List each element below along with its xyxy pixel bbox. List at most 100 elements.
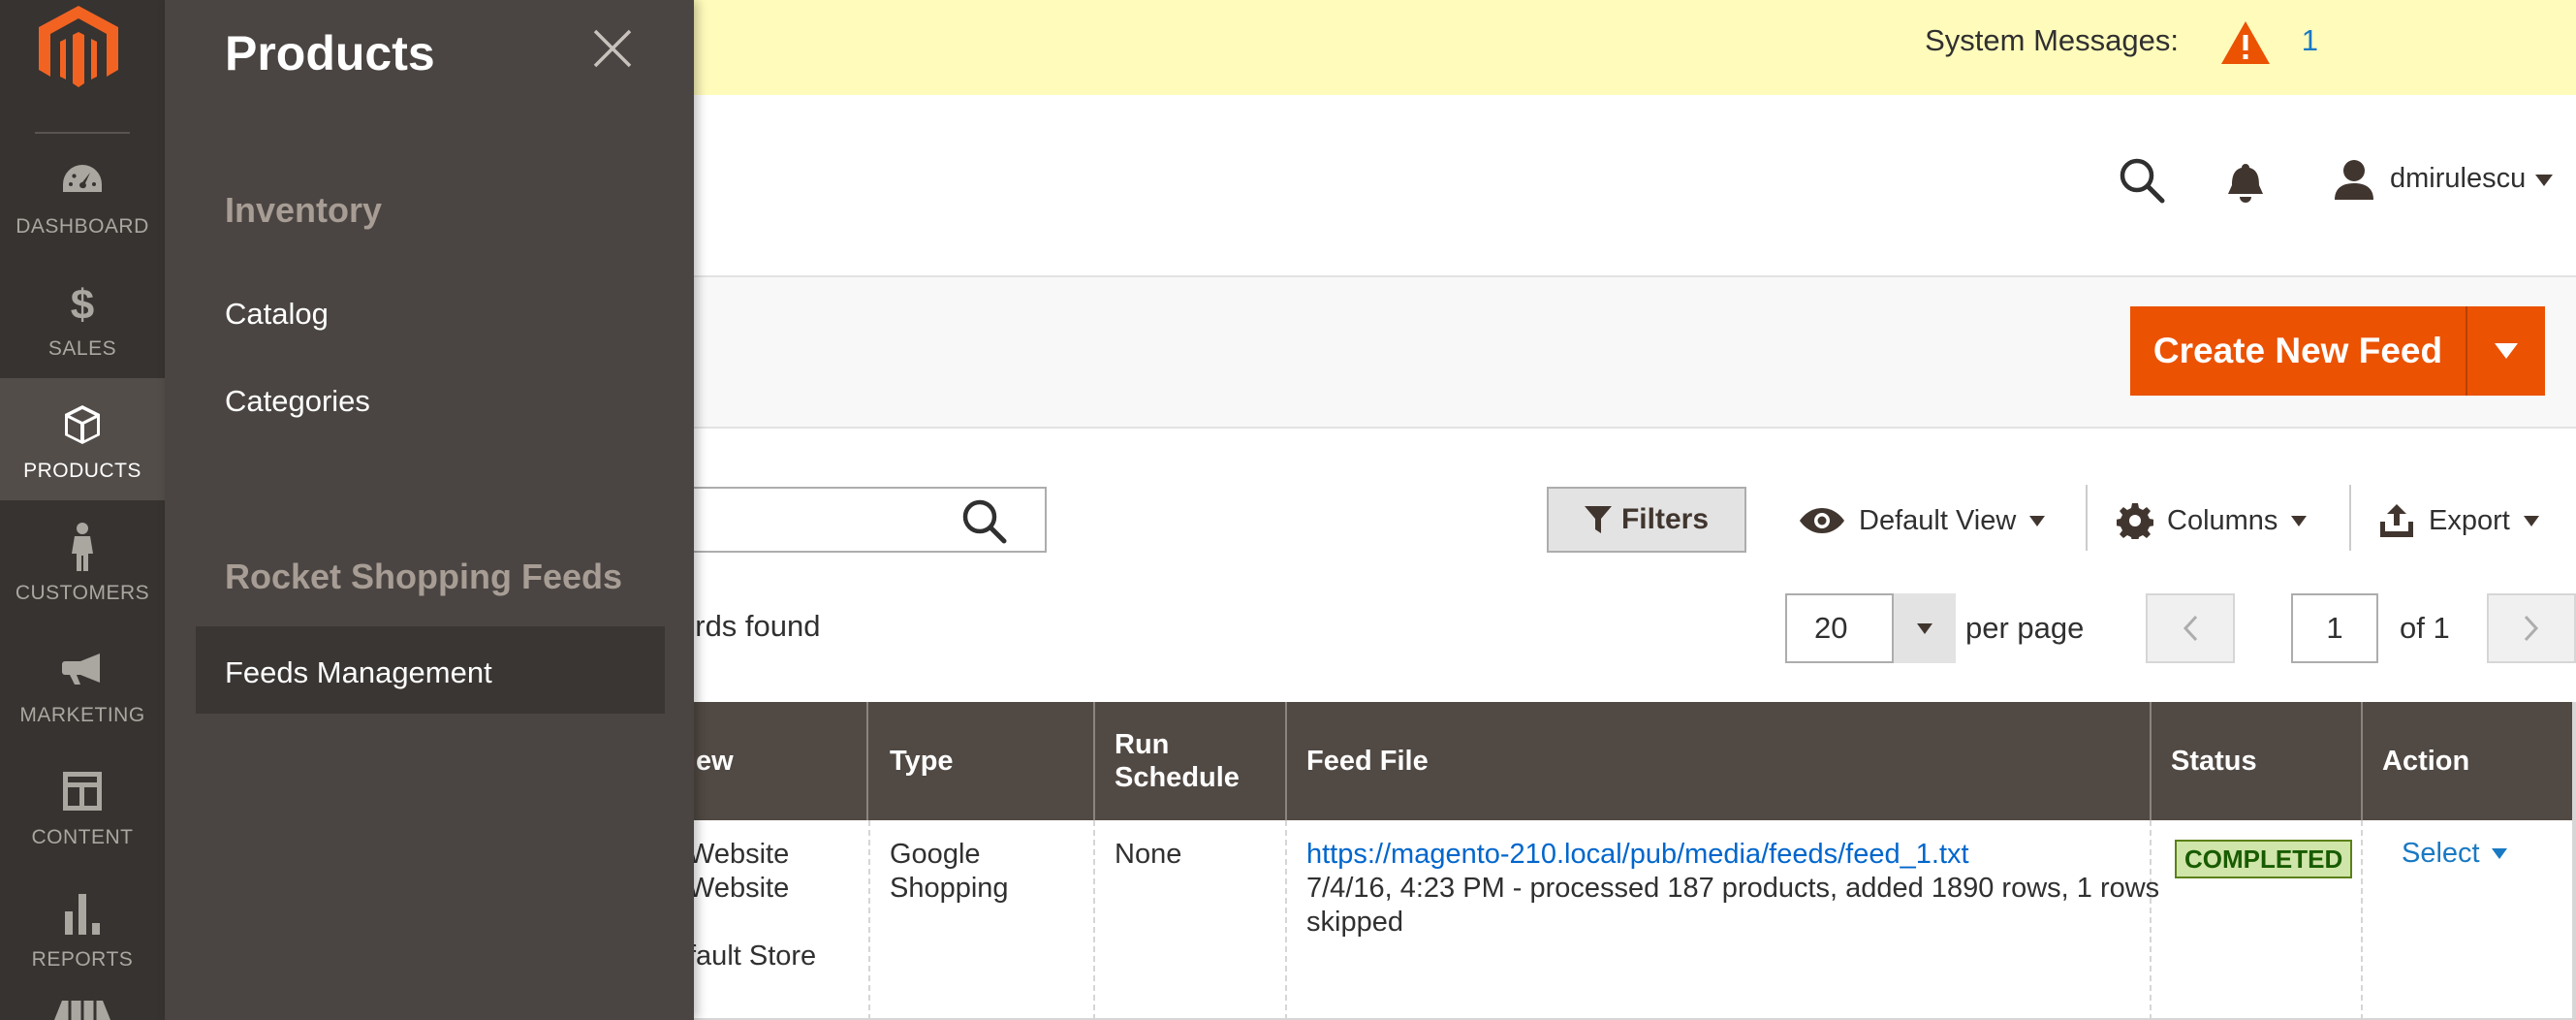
sidebar-item-label: REPORTS [31,948,134,971]
per-page-label: per page [1965,611,2085,645]
default-view-label: Default View [1859,504,2017,536]
sidebar-item-label: CUSTOMERS [15,582,150,604]
create-new-feed-button[interactable]: Create New Feed [2130,306,2466,396]
previous-page-button[interactable] [2146,593,2235,663]
column-divider [866,702,868,820]
current-page-input[interactable]: 1 [2291,593,2378,663]
row-action-select[interactable]: Select [2402,838,2507,870]
export-label: Export [2429,504,2510,536]
default-view-dropdown[interactable]: Default View [1799,494,2046,547]
cell-run-schedule: None [1115,839,1182,870]
store-view-line: fault Store [688,940,817,972]
cell-divider [1285,820,1287,1020]
grid-header [581,702,2576,820]
type-line: Shopping [890,873,1009,904]
close-icon[interactable] [591,27,634,70]
next-page-button[interactable] [2487,593,2576,663]
per-page-value: 20 [1814,611,1848,645]
gear-icon [2117,503,2153,539]
warning-icon[interactable] [2219,19,2272,66]
column-header-feed-file[interactable]: Feed File [1306,702,1429,820]
sidebar-item-label: DASHBOARD [16,215,149,238]
column-divider [1285,702,1287,820]
user-icon[interactable] [2334,159,2374,200]
status-badge: COMPLETED [2175,840,2353,878]
chevron-down-icon[interactable] [2535,175,2553,186]
stores-icon[interactable] [50,999,114,1020]
store-view-line: Website [688,839,790,870]
chevron-left-icon [2183,615,2198,642]
flyout-link-categories[interactable]: Categories [225,384,370,419]
bell-icon[interactable] [2226,161,2265,204]
toolbar-separator [2086,485,2088,551]
flyout-section-rocket-shopping-feeds: Rocket Shopping Feeds [225,557,623,596]
run-schedule-line2: Schedule [1115,762,1240,793]
column-divider [2150,702,2152,820]
sidebar-item-marketing[interactable]: MARKETING [0,622,165,745]
search-icon[interactable] [2119,157,2165,204]
cell-divider [1093,820,1095,1020]
svg-text:$: $ [71,281,94,325]
sidebar-item-dashboard[interactable]: DASHBOARD [0,134,165,256]
dashboard-icon [0,157,165,204]
sidebar-item-label: CONTENT [31,826,134,848]
sidebar-item-customers[interactable]: CUSTOMERS [0,500,165,622]
cell-divider [868,820,870,1020]
flyout-link-feeds-management[interactable]: Feeds Management [225,655,492,690]
row-action-label: Select [2402,838,2480,869]
sidebar-item-sales[interactable]: $ SALES [0,256,165,378]
username[interactable]: dmirulescu [2390,163,2526,195]
filters-button[interactable]: Filters [1547,487,1746,553]
store-view-line: Website [688,873,790,904]
flyout-title: Products [225,26,435,80]
sidebar-item-reports[interactable]: REPORTS [0,867,165,989]
admin-sidebar: DASHBOARD $ SALES PRODUCTS CUSTOMERS MAR… [0,0,165,1020]
chevron-right-icon [2524,615,2539,642]
column-header-status[interactable]: Status [2171,702,2257,820]
magento-logo-icon[interactable] [39,6,118,91]
type-line: Google [890,839,981,870]
feed-file-description: skipped [1306,907,1403,938]
sidebar-item-products[interactable]: PRODUCTS [0,378,165,500]
person-icon [0,523,165,571]
box-icon [0,401,165,448]
column-header-action[interactable]: Action [2382,702,2469,820]
export-dropdown[interactable]: Export [2378,494,2539,547]
system-messages-count[interactable]: 1 [2302,23,2318,58]
column-divider [1093,702,1095,820]
feed-file-link[interactable]: https://magento-210.local/pub/media/feed… [1306,839,1969,870]
chevron-down-icon [2491,848,2507,859]
column-header-view[interactable]: iew [688,702,734,820]
flyout-link-catalog[interactable]: Catalog [225,297,329,332]
system-messages-label: System Messages: [1925,23,2179,57]
search-submit-icon[interactable] [959,496,1008,545]
cell-divider [2361,820,2363,1020]
funnel-icon [1584,506,1612,533]
columns-dropdown[interactable]: Columns [2117,494,2308,547]
create-feed-dropdown-toggle[interactable] [2466,306,2545,396]
chevron-down-icon [2291,515,2308,526]
flyout-section-inventory: Inventory [225,190,383,230]
per-page-toggle[interactable] [1892,593,1956,663]
feed-file-description: 7/4/16, 4:23 PM - processed 187 products… [1306,873,2160,904]
layout-icon [0,768,165,814]
column-divider [2361,702,2363,820]
total-pages: of 1 [2400,611,2450,645]
chevron-down-icon [2523,515,2539,526]
filters-label: Filters [1620,503,1710,535]
column-header-run-schedule[interactable]: Run Schedule [1115,702,1240,820]
export-icon [2380,504,2413,537]
cell-feed-file: https://magento-210.local/pub/media/feed… [1306,838,2159,940]
chevron-down-icon [1917,622,1932,634]
cell-store-view: Website Website fault Store [688,838,816,973]
sidebar-item-label: PRODUCTS [23,460,141,482]
dollar-icon: $ [0,279,165,326]
eye-icon [1800,508,1844,533]
sidebar-item-content[interactable]: CONTENT [0,745,165,867]
sidebar-item-label: SALES [47,337,117,360]
grid-border [2572,702,2576,1020]
cell-type: Google Shopping [890,838,1009,906]
chevron-down-icon [2029,515,2046,526]
column-header-type[interactable]: Type [890,702,954,820]
chevron-down-icon [2495,343,2518,359]
